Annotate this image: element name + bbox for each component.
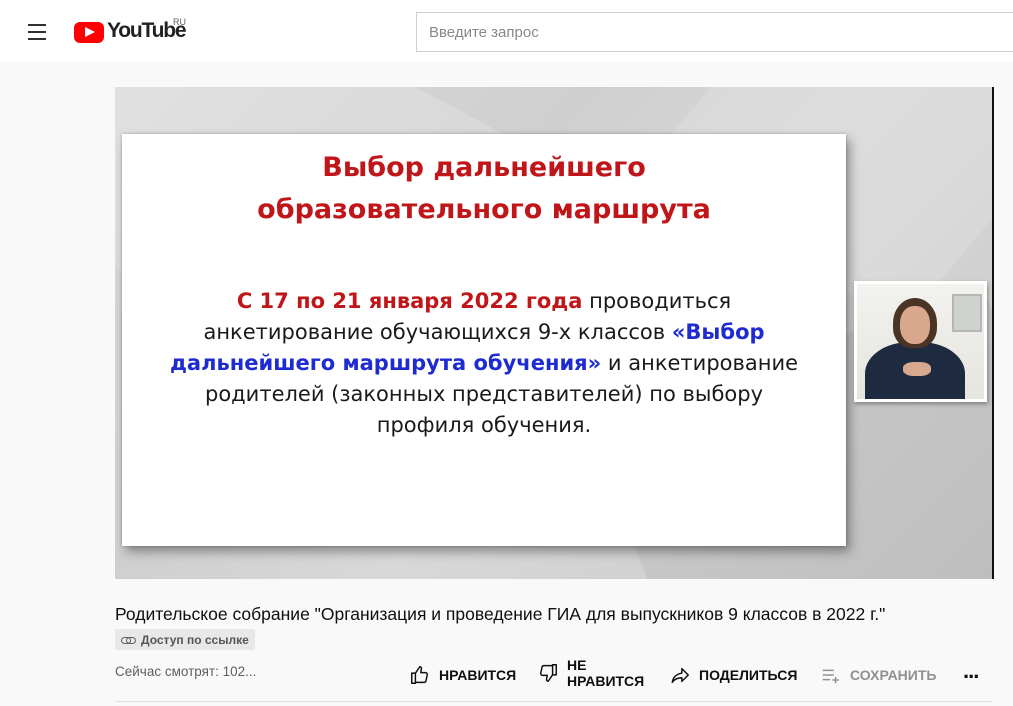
hamburger-icon xyxy=(28,24,46,26)
dislike-label: НЕ НРАВИТСЯ xyxy=(567,657,645,689)
badge-label: Доступ по ссылке xyxy=(141,632,249,647)
divider xyxy=(115,701,992,702)
like-label: НРАВИТСЯ xyxy=(439,667,517,683)
share-label: ПОДЕЛИТЬСЯ xyxy=(699,667,798,683)
link-icon xyxy=(121,635,137,645)
share-arrow-icon xyxy=(671,667,689,684)
search-input[interactable] xyxy=(417,13,1013,51)
save-button[interactable]: СОХРАНИТЬ xyxy=(820,664,936,686)
thumbs-down-icon xyxy=(540,664,557,682)
save-label: СОХРАНИТЬ xyxy=(850,667,937,683)
video-player[interactable]: Выбор дальнейшего образовательного маршр… xyxy=(115,87,992,579)
action-bar: НРАВИТСЯ НЕ НРАВИТСЯ ПОДЕЛИТЬСЯ СОХРАНИТ… xyxy=(0,652,1013,692)
play-logo-icon xyxy=(74,22,104,43)
menu-button[interactable] xyxy=(22,18,54,46)
logo-country-code: RU xyxy=(173,17,186,27)
unlisted-badge: Доступ по ссылке xyxy=(115,629,255,650)
search-box xyxy=(416,12,1013,52)
like-button[interactable]: НРАВИТСЯ xyxy=(409,664,516,686)
slide-date-range: С 17 по 21 января 2022 года xyxy=(236,289,583,313)
masthead: YouTube RU xyxy=(0,0,1013,62)
playlist-add-icon xyxy=(822,669,839,684)
dislike-button[interactable]: НЕ НРАВИТСЯ xyxy=(537,657,644,689)
presentation-slide: Выбор дальнейшего образовательного маршр… xyxy=(122,134,846,546)
thumbs-up-icon xyxy=(411,666,428,684)
presenter-webcam xyxy=(854,281,987,402)
share-button[interactable]: ПОДЕЛИТЬСЯ xyxy=(669,664,797,686)
video-title: Родительское собрание "Организация и про… xyxy=(115,604,886,624)
slide-body: С 17 по 21 января 2022 года проводиться … xyxy=(169,289,799,437)
slide-title: Выбор дальнейшего образовательного маршр… xyxy=(257,152,711,225)
more-icon: ... xyxy=(963,658,979,683)
more-actions-button[interactable]: ... xyxy=(963,658,979,684)
